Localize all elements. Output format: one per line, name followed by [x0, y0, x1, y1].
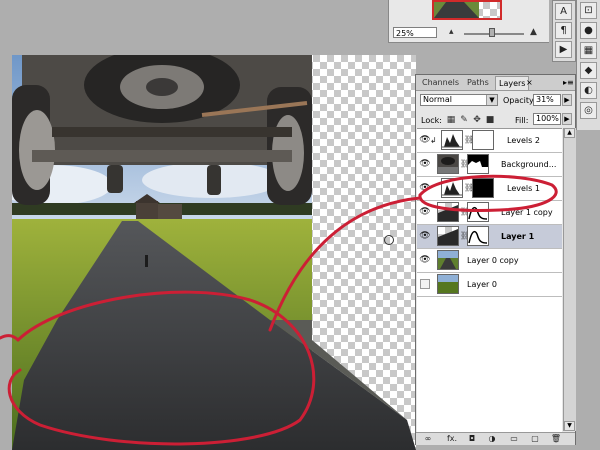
tab-layers[interactable]: Layers: [495, 76, 530, 90]
panel-dock-column-2: ⊡ ● ▦ ◆ ◐ ◎: [576, 0, 600, 130]
layer-mask-thumbnail[interactable]: [472, 178, 494, 198]
navigator-zoom-field[interactable]: 25%: [393, 27, 437, 38]
adjustments-icon[interactable]: ◐: [580, 82, 597, 99]
layer-name[interactable]: Levels 1: [507, 183, 565, 194]
fill-field[interactable]: 100%: [533, 113, 561, 125]
layer-name[interactable]: Levels 2: [507, 135, 565, 146]
layer-name[interactable]: Layer 0: [467, 279, 559, 290]
layer-row-levels-2[interactable]: 👁 ↲ ⛓ Levels 2: [417, 129, 562, 153]
lock-transparent-icon[interactable]: ▦: [446, 115, 456, 125]
layer-list: 👁 ↲ ⛓ Levels 2 👁 ⛓ Background... 👁 ⛓ Lev…: [417, 128, 562, 432]
actions-play-icon[interactable]: ▶: [555, 41, 572, 58]
adjustment-levels-icon: [441, 178, 463, 198]
layer-name[interactable]: Layer 0 copy: [467, 255, 559, 266]
layer-list-scrollbar[interactable]: ▲ ▼: [563, 128, 576, 431]
layers-panel-footer: ∞ fx. ◘ ◑ ▭ ▢ 🗑: [416, 432, 575, 445]
new-layer-icon[interactable]: ▢: [529, 434, 541, 444]
layer-name[interactable]: Layer 1: [501, 231, 559, 242]
color-icon[interactable]: ●: [580, 22, 597, 39]
document-canvas[interactable]: [12, 55, 416, 450]
scroll-up-icon[interactable]: ▲: [564, 128, 575, 138]
opacity-field[interactable]: 31%: [533, 94, 561, 106]
lock-image-icon[interactable]: ✎: [459, 115, 469, 125]
tab-channels[interactable]: Channels: [419, 76, 462, 89]
layer-thumbnail: [437, 202, 459, 222]
layer-row-layer-1[interactable]: 👁 ⛓ Layer 1: [417, 225, 562, 249]
opacity-slider-arrow-icon[interactable]: ▶: [562, 94, 572, 106]
adjustment-layer-icon[interactable]: ◑: [486, 434, 498, 444]
lock-all-icon[interactable]: ■: [485, 115, 495, 125]
layers-panel: Channels Paths Layers × ▸≡ Normal ▼ Opac…: [415, 74, 576, 445]
layer-name[interactable]: Background...: [501, 159, 559, 170]
navigator-panel: 25% ▴ ▲: [388, 0, 549, 43]
layer-row-layer-0[interactable]: Layer 0: [417, 273, 562, 297]
new-group-icon[interactable]: ▭: [508, 434, 520, 444]
panel-dock-column-1: A ¶ ▶: [552, 0, 576, 62]
layer-row-background[interactable]: 👁 ⛓ Background...: [417, 153, 562, 177]
navigator-preview[interactable]: [432, 0, 502, 20]
masks-icon[interactable]: ◎: [580, 102, 597, 119]
eye-icon[interactable]: 👁: [419, 230, 431, 242]
delete-layer-icon[interactable]: 🗑: [550, 434, 562, 444]
fx-icon[interactable]: fx.: [444, 434, 460, 444]
panel-menu-icon[interactable]: ▸≡: [563, 77, 574, 88]
scroll-down-icon[interactable]: ▼: [564, 421, 575, 431]
zoom-in-icon[interactable]: ▲: [530, 27, 537, 38]
paragraph-icon[interactable]: ¶: [555, 22, 572, 39]
layer-row-layer-1-copy[interactable]: 👁 ⛓ Layer 1 copy: [417, 201, 562, 225]
layer-mask-thumbnail[interactable]: [467, 202, 489, 222]
layer-thumbnail: [437, 226, 459, 246]
fill-label: Fill:: [515, 116, 529, 125]
zoom-out-icon[interactable]: ▴: [449, 27, 454, 38]
layer-row-layer-0-copy[interactable]: 👁 Layer 0 copy: [417, 249, 562, 273]
layer-mask-thumbnail[interactable]: [467, 226, 489, 246]
fill-slider-arrow-icon[interactable]: ▶: [562, 113, 572, 125]
layer-thumbnail: [437, 274, 459, 294]
canvas-image: [12, 55, 416, 450]
layer-mask-thumbnail[interactable]: [467, 154, 489, 174]
eye-icon[interactable]: 👁: [419, 182, 431, 194]
eye-icon[interactable]: 👁: [419, 158, 431, 170]
brush-cursor: [384, 235, 394, 245]
adjustment-levels-icon: [441, 130, 463, 150]
blend-mode-value: Normal: [423, 95, 452, 104]
layer-thumbnail: [437, 250, 459, 270]
tab-paths[interactable]: Paths: [464, 76, 492, 89]
add-mask-icon[interactable]: ◘: [466, 434, 478, 444]
navigator-preview-image: [434, 2, 479, 18]
eye-icon[interactable]: 👁: [419, 254, 431, 266]
layer-name[interactable]: Layer 1 copy: [501, 207, 559, 218]
character-a-icon[interactable]: A: [555, 3, 572, 20]
styles-icon[interactable]: ◆: [580, 62, 597, 79]
layer-thumbnail: [437, 154, 459, 174]
swatches-icon[interactable]: ▦: [580, 42, 597, 59]
clip-arrow-icon: ↲: [430, 136, 437, 145]
history-icon[interactable]: ⊡: [580, 2, 597, 19]
lock-position-icon[interactable]: ✥: [472, 115, 482, 125]
link-layers-icon[interactable]: ∞: [422, 434, 434, 444]
zoom-slider-handle[interactable]: [489, 28, 495, 37]
visibility-toggle-off[interactable]: [420, 279, 430, 289]
close-icon[interactable]: ×: [526, 76, 533, 89]
eye-icon[interactable]: 👁: [419, 206, 431, 218]
layer-row-levels-1[interactable]: 👁 ⛓ Levels 1: [417, 177, 562, 201]
lock-label: Lock:: [421, 116, 442, 125]
panel-tabs: Channels Paths Layers × ▸≡: [416, 75, 575, 91]
blend-mode-select[interactable]: Normal ▼: [420, 94, 498, 106]
opacity-label: Opacity:: [503, 96, 536, 105]
chevron-down-icon: ▼: [486, 95, 497, 105]
layer-mask-thumbnail[interactable]: [472, 130, 494, 150]
